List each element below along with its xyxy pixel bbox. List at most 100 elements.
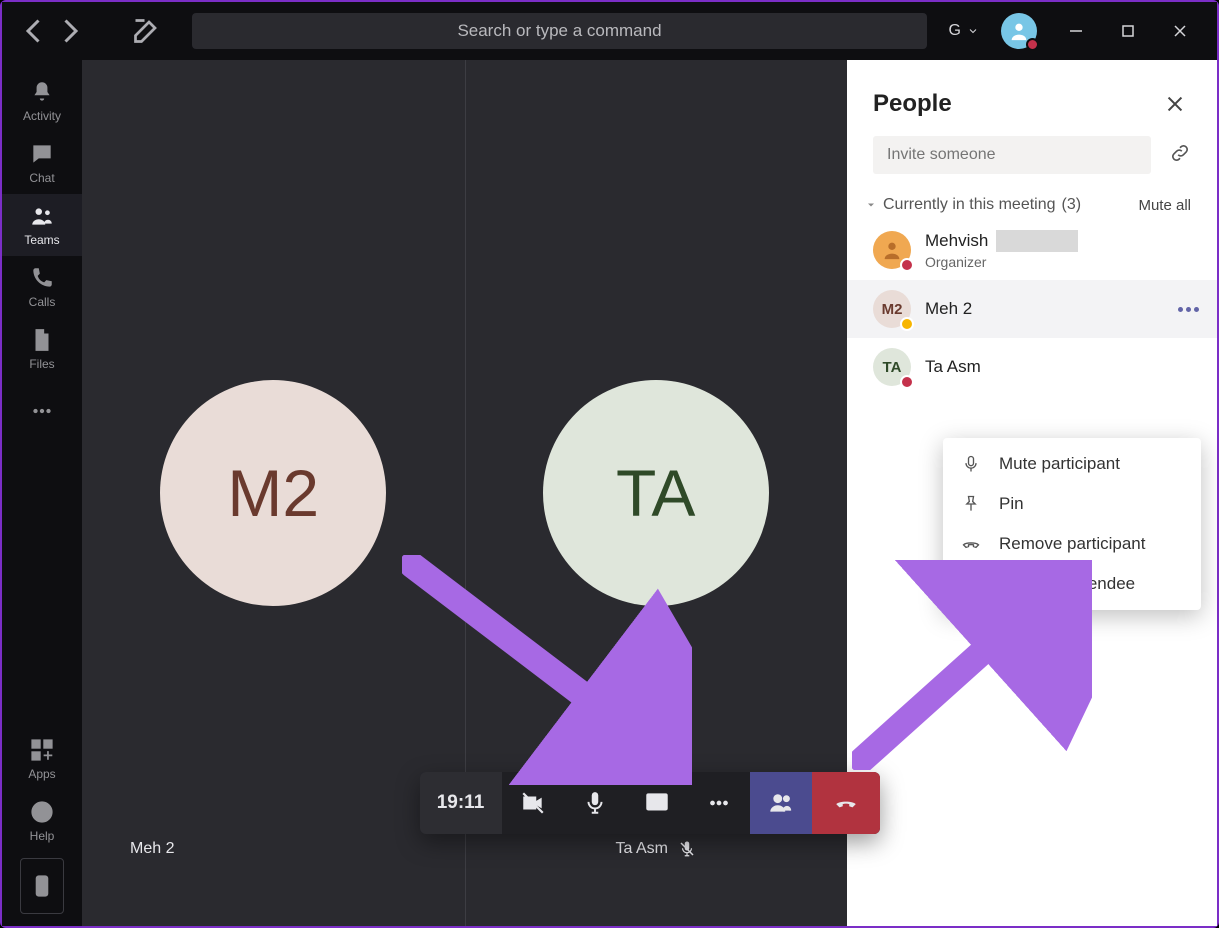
nav-back-button[interactable] <box>16 13 52 49</box>
section-count: (3) <box>1062 196 1082 214</box>
sidebar-item-label: Files <box>29 357 54 371</box>
maximize-icon <box>1121 24 1135 38</box>
participant-info: Mehvish Organizer <box>925 230 1078 270</box>
participant-name: Mehvish <box>925 230 1078 252</box>
share-screen-button[interactable] <box>626 772 688 834</box>
mic-muted-icon <box>678 840 696 858</box>
ctx-mute-participant[interactable]: Mute participant <box>943 444 1201 484</box>
meeting-main: M2 Meh 2 TA Ta Asm 19:11 <box>82 60 1217 926</box>
participant-row[interactable]: TA Ta Asm <box>847 338 1217 396</box>
sidebar-item-chat[interactable]: Chat <box>2 132 82 194</box>
phone-icon <box>29 265 55 291</box>
window-close-button[interactable] <box>1157 8 1203 54</box>
meeting-section-header: Currently in this meeting (3) Mute all <box>847 190 1217 220</box>
section-label: Currently in this meeting <box>883 196 1056 214</box>
person-icon <box>881 239 903 261</box>
sidebar-item-label: Teams <box>24 233 59 247</box>
sidebar-item-files[interactable]: Files <box>2 318 82 380</box>
close-icon <box>1166 95 1184 113</box>
sidebar-item-label: Chat <box>29 171 54 185</box>
participant-role: Organizer <box>925 254 1078 270</box>
nav-forward-button[interactable] <box>52 13 88 49</box>
sidebar-item-label: Calls <box>29 295 56 309</box>
user-area: G <box>941 8 1203 54</box>
hangup-button[interactable] <box>812 772 880 834</box>
titlebar: Search or type a command G <box>2 2 1217 60</box>
sidebar-item-teams[interactable]: Teams <box>2 194 82 256</box>
avatar-initials: M2 <box>227 455 319 531</box>
participant-name: Ta Asm <box>925 357 981 377</box>
pin-icon <box>961 494 981 514</box>
teams-icon <box>29 203 55 229</box>
participant-info: Ta Asm <box>925 357 981 377</box>
participant-more-button[interactable] <box>1178 307 1199 312</box>
participant-info: Meh 2 <box>925 299 972 319</box>
camera-toggle-button[interactable] <box>502 772 564 834</box>
compose-icon <box>128 13 164 49</box>
tile-name-row: Ta Asm <box>465 840 848 858</box>
sidebar-item-apps[interactable]: Apps <box>2 728 82 790</box>
invite-row <box>847 136 1217 190</box>
minimize-icon <box>1069 24 1083 38</box>
compose-button[interactable] <box>128 13 164 49</box>
app-sidebar: Activity Chat Teams Calls Files Apps Hel <box>2 60 82 926</box>
avatar-initials: TA <box>616 455 695 531</box>
window-maximize-button[interactable] <box>1105 8 1151 54</box>
participant-avatar: M2 <box>873 290 911 328</box>
sidebar-item-more[interactable] <box>2 380 82 442</box>
chevron-left-icon <box>16 13 52 49</box>
apps-icon <box>29 737 55 763</box>
redacted-text <box>996 230 1078 252</box>
person-icon <box>1008 20 1030 42</box>
participant-avatar: TA <box>873 348 911 386</box>
mic-icon <box>961 454 981 474</box>
ctx-make-attendee[interactable]: Make an attendee <box>943 564 1201 604</box>
participant-tile[interactable]: M2 Meh 2 <box>82 60 465 926</box>
mobile-icon <box>29 873 55 899</box>
mic-toggle-button[interactable] <box>564 772 626 834</box>
sidebar-item-help[interactable]: Help <box>2 790 82 852</box>
more-actions-button[interactable] <box>688 772 750 834</box>
bell-icon <box>29 79 55 105</box>
presence-badge <box>900 258 914 272</box>
sidebar-item-calls[interactable]: Calls <box>2 256 82 318</box>
mute-all-button[interactable]: Mute all <box>1138 197 1191 214</box>
org-switcher[interactable]: G <box>941 22 987 40</box>
caret-down-icon[interactable] <box>865 199 877 211</box>
user-avatar[interactable] <box>1001 13 1037 49</box>
sidebar-item-label: Activity <box>23 109 61 123</box>
participant-row[interactable]: Mehvish Organizer <box>847 220 1217 280</box>
tile-name: Meh 2 <box>130 840 174 858</box>
help-icon <box>29 799 55 825</box>
participant-row[interactable]: M2 Meh 2 <box>847 280 1217 338</box>
hangup-icon <box>833 790 859 816</box>
timer-value: 19:11 <box>437 792 485 814</box>
call-timer: 19:11 <box>420 772 502 834</box>
invite-input[interactable] <box>873 136 1151 174</box>
show-people-button[interactable] <box>750 772 812 834</box>
attendee-icon <box>961 574 981 594</box>
tile-name-row: Meh 2 <box>82 840 465 858</box>
people-panel-header: People <box>847 60 1217 136</box>
mic-icon <box>582 790 608 816</box>
ctx-pin[interactable]: Pin <box>943 484 1201 524</box>
share-icon <box>644 790 670 816</box>
chat-icon <box>29 141 55 167</box>
more-horizontal-icon <box>29 398 55 424</box>
avatar-circle: TA <box>543 380 769 606</box>
participant-name: Meh 2 <box>925 299 972 319</box>
participant-context-menu: Mute participant Pin Remove participant … <box>943 438 1201 610</box>
close-people-button[interactable] <box>1159 88 1191 120</box>
search-input[interactable]: Search or type a command <box>192 13 927 49</box>
call-controls: 19:11 <box>420 772 880 834</box>
sidebar-item-label: Apps <box>28 767 55 781</box>
more-horizontal-icon <box>706 790 732 816</box>
sidebar-item-mobile[interactable] <box>20 858 64 914</box>
search-placeholder: Search or type a command <box>457 21 661 41</box>
sidebar-item-activity[interactable]: Activity <box>2 70 82 132</box>
window-minimize-button[interactable] <box>1053 8 1099 54</box>
ctx-label: Pin <box>999 494 1024 514</box>
ctx-remove-participant[interactable]: Remove participant <box>943 524 1201 564</box>
copy-join-link-button[interactable] <box>1169 142 1191 169</box>
people-icon <box>768 790 794 816</box>
